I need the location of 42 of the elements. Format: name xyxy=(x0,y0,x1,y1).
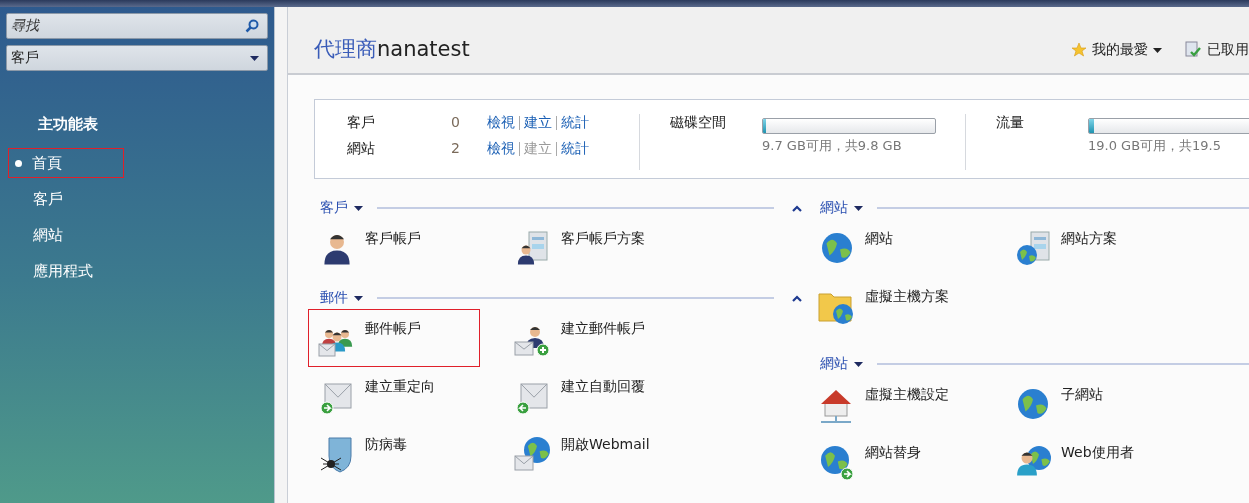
caret-icon xyxy=(250,55,259,61)
section-title[interactable]: 網站 xyxy=(820,199,848,217)
caret-icon xyxy=(354,205,363,211)
favorites-menu[interactable]: 我的最愛 xyxy=(1071,41,1162,59)
menu-item[interactable]: 應用程式 xyxy=(8,256,124,286)
menu-item[interactable]: 客戶 xyxy=(8,184,124,214)
section-title[interactable]: 郵件 xyxy=(320,289,348,307)
action-link[interactable]: 建立 xyxy=(524,114,552,132)
section-title[interactable]: 客戶 xyxy=(320,199,348,217)
count-value: 0 xyxy=(451,114,461,132)
collapse-icon[interactable] xyxy=(792,204,802,212)
menu-title: 主功能表 xyxy=(38,115,99,134)
count-value: 2 xyxy=(451,140,461,158)
action-link[interactable]: 統計 xyxy=(561,114,589,132)
caret-icon xyxy=(854,361,863,367)
count-label: 客戶 xyxy=(347,114,376,132)
caret-icon xyxy=(854,205,863,211)
action-link[interactable]: 檢視 xyxy=(487,114,515,132)
section-title[interactable]: 網站 xyxy=(820,355,848,373)
meter-label: 流量 xyxy=(996,114,1025,132)
caret-icon xyxy=(354,295,363,301)
meter-reading: 9.7 GB可用，共9.8 GB xyxy=(762,137,903,155)
task-tile[interactable]: 建立郵件帳戶 xyxy=(504,309,712,367)
globe-envelope-icon xyxy=(513,434,553,474)
collapse-icon[interactable] xyxy=(792,294,802,302)
scope-dropdown[interactable]: 客戶 xyxy=(6,45,268,71)
account-name: nanatest xyxy=(377,37,470,61)
document-check-icon xyxy=(1184,41,1202,59)
star-icon xyxy=(1071,42,1087,58)
meter-label: 磁碟空間 xyxy=(670,114,727,132)
action-link[interactable]: 統計 xyxy=(561,140,589,158)
caret-icon xyxy=(1153,47,1162,53)
menu-item[interactable]: 首頁 xyxy=(8,148,124,178)
task-tile[interactable]: 虛擬主機方案 xyxy=(808,277,1016,335)
search-field[interactable]: 尋找 xyxy=(6,13,268,39)
task-tile[interactable]: 郵件帳戶 xyxy=(308,309,480,367)
menu-item[interactable]: 網站 xyxy=(8,220,124,250)
count-label: 網站 xyxy=(347,140,376,158)
action-link[interactable]: 檢視 xyxy=(487,140,515,158)
meter-reading: 19.0 GB可用，共19.5 xyxy=(1088,137,1222,155)
search-icon xyxy=(245,19,259,33)
page-title: 代理商 xyxy=(314,37,377,61)
